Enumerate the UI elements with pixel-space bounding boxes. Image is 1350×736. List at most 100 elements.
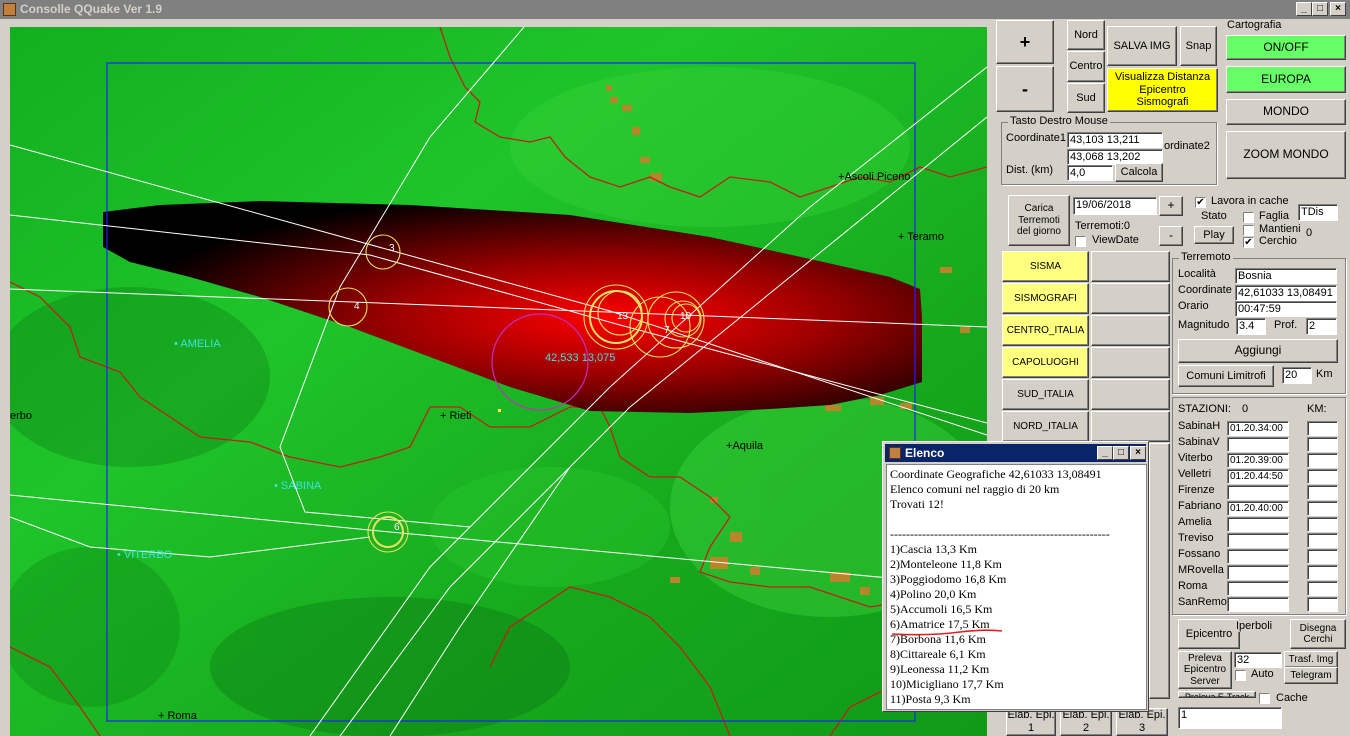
layer-capoluoghi-button[interactable]: CAPOLUOGHI [1002, 347, 1089, 378]
date-plus-button[interactable]: + [1159, 196, 1183, 216]
station-km-field[interactable] [1307, 517, 1338, 532]
station-km-field[interactable] [1307, 581, 1338, 596]
elenco-title-bar[interactable]: Elenco _ □ × [885, 444, 1146, 462]
viewdate-checkbox[interactable] [1075, 236, 1086, 247]
elab-epi-1-button[interactable]: Elab. Epi. 1 [1006, 708, 1056, 736]
orario-field[interactable]: 00:47:59 [1235, 301, 1337, 317]
station-km-field[interactable] [1307, 533, 1338, 548]
station-time-field[interactable] [1227, 533, 1289, 548]
elenco-close-button[interactable]: × [1130, 446, 1146, 460]
station-name: MRovella [1178, 564, 1224, 576]
telegram-button[interactable]: Telegram [1284, 667, 1338, 684]
carica-terremoti-button[interactable]: Carica Terremoti del giorno [1008, 195, 1070, 246]
station-km-field[interactable] [1307, 437, 1338, 452]
layer-nord-italia-aux[interactable] [1091, 411, 1170, 442]
elab-epi-3-button[interactable]: Elab. Epi. 3 [1116, 708, 1168, 736]
elenco-maximize-button[interactable]: □ [1113, 446, 1129, 460]
magnitudo-field[interactable]: 3.4 [1236, 318, 1266, 335]
station-km-field[interactable] [1307, 421, 1338, 436]
faglia-checkbox[interactable] [1243, 212, 1254, 223]
zoom-in-button[interactable]: + [996, 20, 1054, 64]
mantieni-checkbox[interactable] [1243, 225, 1254, 236]
station-time-field[interactable] [1227, 581, 1289, 596]
layer-sud-italia-aux[interactable] [1091, 379, 1170, 410]
epicentro-button[interactable]: Epicentro [1178, 619, 1240, 649]
trasf-img-button[interactable]: Trasf. Img [1284, 651, 1338, 668]
play-button[interactable]: Play [1194, 226, 1234, 244]
station-km-field[interactable] [1307, 485, 1338, 500]
seismic-map[interactable]: 42,533 13,075 3 4 13 10 7 6 • AMELIA • S… [10, 27, 987, 736]
etrack-field[interactable]: 1 [1178, 707, 1282, 729]
station-time-field[interactable] [1227, 517, 1289, 532]
aggiungi-button[interactable]: Aggiungi [1178, 339, 1338, 363]
layer-list-side-panel[interactable] [1149, 443, 1170, 699]
dist-field[interactable]: 4,0 [1067, 165, 1113, 181]
europa-button[interactable]: EUROPA [1226, 66, 1346, 93]
coord1-field[interactable]: 43,103 13,211 [1067, 132, 1163, 148]
cerchio-checkbox[interactable]: ✔ [1243, 237, 1254, 248]
calcola-button[interactable]: Calcola [1115, 163, 1163, 182]
layer-sud-italia-button[interactable]: SUD_ITALIA [1002, 379, 1089, 410]
layer-capoluoghi-aux[interactable] [1091, 347, 1170, 378]
elenco-text-area[interactable]: Coordinate Geografiche 42,61033 13,08491… [886, 464, 1147, 710]
minimize-button[interactable]: _ [1296, 2, 1312, 16]
station-km-field[interactable] [1307, 453, 1338, 468]
station-km-field[interactable] [1307, 565, 1338, 580]
tdis-field[interactable]: TDis [1298, 204, 1338, 221]
zoom-mondo-button[interactable]: ZOOM MONDO [1226, 131, 1346, 179]
station-time-field[interactable] [1227, 565, 1289, 580]
layer-centro-italia-aux[interactable] [1091, 315, 1170, 346]
sud-button[interactable]: Sud [1067, 83, 1105, 113]
auto-checkbox[interactable] [1235, 670, 1246, 681]
layer-sisma-aux[interactable] [1091, 251, 1170, 282]
map-canvas[interactable]: 42,533 13,075 3 4 13 10 7 6 [10, 27, 987, 736]
station-km-field[interactable] [1307, 469, 1338, 484]
snap-button[interactable]: Snap [1180, 26, 1217, 66]
layer-centro-italia-button[interactable]: CENTRO_ITALIA [1002, 315, 1089, 346]
prof-field[interactable]: 2 [1306, 318, 1337, 335]
interval-field[interactable]: 32 [1234, 652, 1282, 668]
salva-img-button[interactable]: SALVA IMG [1107, 26, 1177, 66]
maximize-button[interactable]: □ [1312, 2, 1328, 16]
station-time-field[interactable]: 01.20.44:50 [1227, 469, 1289, 484]
station-time-field[interactable]: 01.20.34:00 [1227, 421, 1289, 436]
elenco-line: 8)Cittareale 6,1 Km [890, 647, 986, 661]
layer-sismografi-button[interactable]: SISMOGRAFI [1002, 283, 1089, 314]
station-time-field[interactable]: 01.20.39:00 [1227, 453, 1289, 468]
marker-6: 6 [394, 522, 400, 533]
preleva-epicentro-server-button[interactable]: Preleva Epicentro Server [1178, 651, 1232, 689]
zoom-out-button[interactable]: - [996, 66, 1054, 112]
station-time-field[interactable] [1227, 549, 1289, 564]
km-raggio-field[interactable]: 20 [1282, 367, 1312, 384]
station-time-field[interactable] [1227, 485, 1289, 500]
nord-button[interactable]: Nord [1067, 20, 1105, 50]
cache-checkbox[interactable] [1259, 693, 1270, 704]
layer-sismografi-aux[interactable] [1091, 283, 1170, 314]
lavora-cache-checkbox[interactable]: ✔ [1195, 197, 1206, 208]
station-km-field[interactable] [1307, 549, 1338, 564]
station-time-field[interactable] [1227, 597, 1289, 612]
localita-field[interactable]: Bosnia [1235, 268, 1337, 284]
visualizza-distanza-button[interactable]: Visualizza Distanza Epicentro Sismografi [1107, 68, 1218, 112]
station-km-field[interactable] [1307, 597, 1338, 612]
elenco-line: Trovati 12! [890, 497, 944, 511]
station-time-field[interactable] [1227, 437, 1289, 452]
elenco-minimize-button[interactable]: _ [1097, 446, 1113, 460]
station-km-field[interactable] [1307, 501, 1338, 516]
station-time-field[interactable]: 01.20.40:00 [1227, 501, 1289, 516]
elab-epi-2-button[interactable]: Elab. Epi. 2 [1060, 708, 1112, 736]
centro-button[interactable]: Centro [1067, 51, 1105, 82]
layer-nord-italia-button[interactable]: NORD_ITALIA [1002, 411, 1089, 442]
disegna-cerchi-button[interactable]: Disegna Cerchi [1290, 619, 1346, 649]
mondo-button[interactable]: MONDO [1226, 99, 1346, 125]
date-field[interactable]: 19/06/2018 [1073, 197, 1157, 215]
close-button[interactable]: × [1330, 2, 1346, 16]
date-minus-button[interactable]: - [1159, 226, 1183, 246]
city-label-ascoli-piceno: +Ascoli Piceno [838, 171, 911, 183]
preleva-etrack-button[interactable]: Preleva E-Track [1178, 691, 1256, 698]
onoff-button[interactable]: ON/OFF [1226, 35, 1346, 60]
layer-sisma-button[interactable]: SISMA [1002, 251, 1089, 282]
comuni-limitrofi-button[interactable]: Comuni Limitrofi [1178, 365, 1274, 387]
coordinate-field[interactable]: 42,61033 13,08491 [1235, 285, 1337, 301]
elenco-window[interactable]: Elenco _ □ × Coordinate Geografiche 42,6… [882, 441, 1149, 712]
